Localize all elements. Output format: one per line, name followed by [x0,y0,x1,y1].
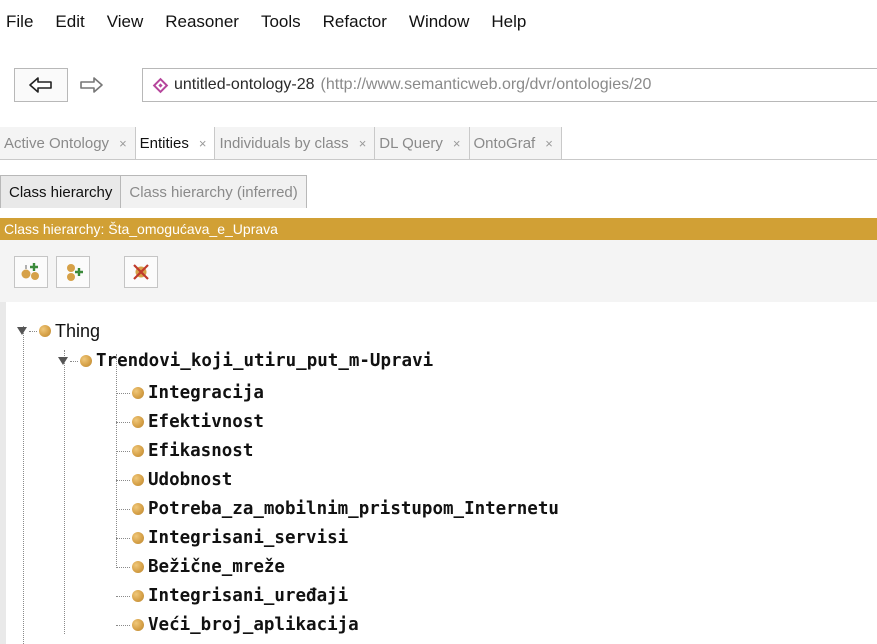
close-icon[interactable]: × [453,136,461,151]
class-label: Efikasnost [148,441,254,461]
tree-node-child[interactable]: Udobnost [116,468,232,492]
class-label: Veći_broj_aplikacija [148,615,359,635]
forward-arrow-icon [80,77,103,93]
tree-node-trendovi[interactable]: Trendovi_koji_utiru_put_m-Upravi [58,349,433,373]
hierarchy-toolbar [0,240,877,302]
class-icon [132,532,144,544]
add-subclass-icon [21,263,39,280]
tab-entities[interactable]: Entities × [135,127,216,159]
add-sibling-class-button[interactable] [56,256,90,288]
tab-label: OntoGraf [473,134,536,152]
class-label: Integrisani_uređaji [148,586,349,606]
delete-class-button[interactable] [124,256,158,288]
tab-individuals-by-class[interactable]: Individuals by class × [215,127,376,159]
class-icon [132,416,144,428]
tree-node-child[interactable]: Integrisani_servisi [116,526,348,550]
tab-label: DL Query [379,134,443,152]
menu-file[interactable]: File [0,12,44,32]
class-label: Efektivnost [148,412,264,432]
tree-connector [116,537,130,539]
class-icon [80,355,92,367]
tree-connector [116,508,130,510]
close-icon[interactable]: × [199,136,207,151]
menu-reasoner[interactable]: Reasoner [154,12,250,32]
class-icon [132,387,144,399]
tree-node-child[interactable]: Bežične_mreže [116,555,285,579]
class-icon [132,503,144,515]
navigation-bar: untitled-ontology-28 (http://www.semanti… [0,58,877,110]
class-icon [132,590,144,602]
close-icon[interactable]: × [545,136,553,151]
class-icon [132,561,144,573]
tree-connector [116,566,130,568]
menu-refactor[interactable]: Refactor [312,12,398,32]
ontology-name: untitled-ontology-28 [174,76,315,93]
tab-label: Individuals by class [219,134,349,152]
tree-connector [23,326,24,644]
class-icon [132,445,144,457]
add-sibling-class-icon [67,264,83,281]
tree-connector [64,350,65,634]
tree-node-thing[interactable]: Thing [17,319,100,343]
ontology-diamond-icon [152,77,169,93]
class-label: Udobnost [148,470,233,490]
tree-connector [116,392,130,394]
tree-node-child[interactable]: Veći_broj_aplikacija [116,613,359,637]
class-icon [132,474,144,486]
view-header-title: Class hierarchy: Šta_omogućava_e_Uprava [4,221,278,237]
class-label: Bežične_mreže [148,557,285,577]
tree-node-child[interactable]: Efektivnost [116,410,264,434]
tab-active-ontology[interactable]: Active Ontology × [0,127,136,159]
class-label: Trendovi_koji_utiru_put_m-Upravi [96,351,434,371]
class-hierarchy-tree: Thing Trendovi_koji_utiru_put_m-Upravi I… [0,302,877,644]
view-header: Class hierarchy: Šta_omogućava_e_Uprava [0,218,877,240]
menu-window[interactable]: Window [398,12,480,32]
close-icon[interactable]: × [119,136,127,151]
class-icon [39,325,51,337]
add-subclass-button[interactable] [14,256,48,288]
tab-label: Active Ontology [4,134,110,152]
tree-connector [70,360,78,362]
delete-class-icon [133,264,149,280]
collapse-triangle-icon[interactable] [58,356,68,366]
tab-ontograf[interactable]: OntoGraf × [469,127,562,159]
subtab-class-hierarchy-inferred[interactable]: Class hierarchy (inferred) [121,175,307,208]
tab-label: Entities [139,134,189,152]
menu-bar: File Edit View Reasoner Tools Refactor W… [0,0,877,44]
tree-node-child[interactable]: Integrisani_uređaji [116,584,348,608]
tree-connector [29,330,37,332]
tree-node-child[interactable]: Efikasnost [116,439,253,463]
class-label: Potreba_za_mobilnim_pristupom_Internetu [148,499,559,519]
class-label: Thing [55,320,101,341]
ontology-iri: (http://www.semanticweb.org/dvr/ontologi… [320,76,652,93]
menu-view[interactable]: View [96,12,155,32]
main-tab-bar: Active Ontology × Entities × Individuals… [0,126,877,160]
class-label: Integrisani_servisi [148,528,349,548]
tree-connector [116,595,130,597]
tree-connector [116,450,130,452]
tree-connector [116,479,130,481]
tree-node-child[interactable]: Integracija [116,381,264,405]
back-arrow-icon [29,77,52,93]
ontology-address-field[interactable]: untitled-ontology-28 (http://www.semanti… [142,68,877,102]
close-icon[interactable]: × [359,136,367,151]
menu-tools[interactable]: Tools [250,12,312,32]
subtab-class-hierarchy[interactable]: Class hierarchy [0,175,122,208]
tree-connector [116,421,130,423]
back-button[interactable] [14,68,68,102]
menu-edit[interactable]: Edit [44,12,95,32]
tree-node-child[interactable]: Potreba_za_mobilnim_pristupom_Internetu [116,497,559,521]
collapse-triangle-icon[interactable] [17,326,27,336]
forward-button[interactable] [76,70,106,100]
tree-connector [116,624,130,626]
menu-help[interactable]: Help [480,12,537,32]
class-icon [132,619,144,631]
class-label: Integracija [148,383,264,403]
hierarchy-subtab-bar: Class hierarchy Class hierarchy (inferre… [0,175,877,208]
tab-dl-query[interactable]: DL Query × [375,127,470,159]
